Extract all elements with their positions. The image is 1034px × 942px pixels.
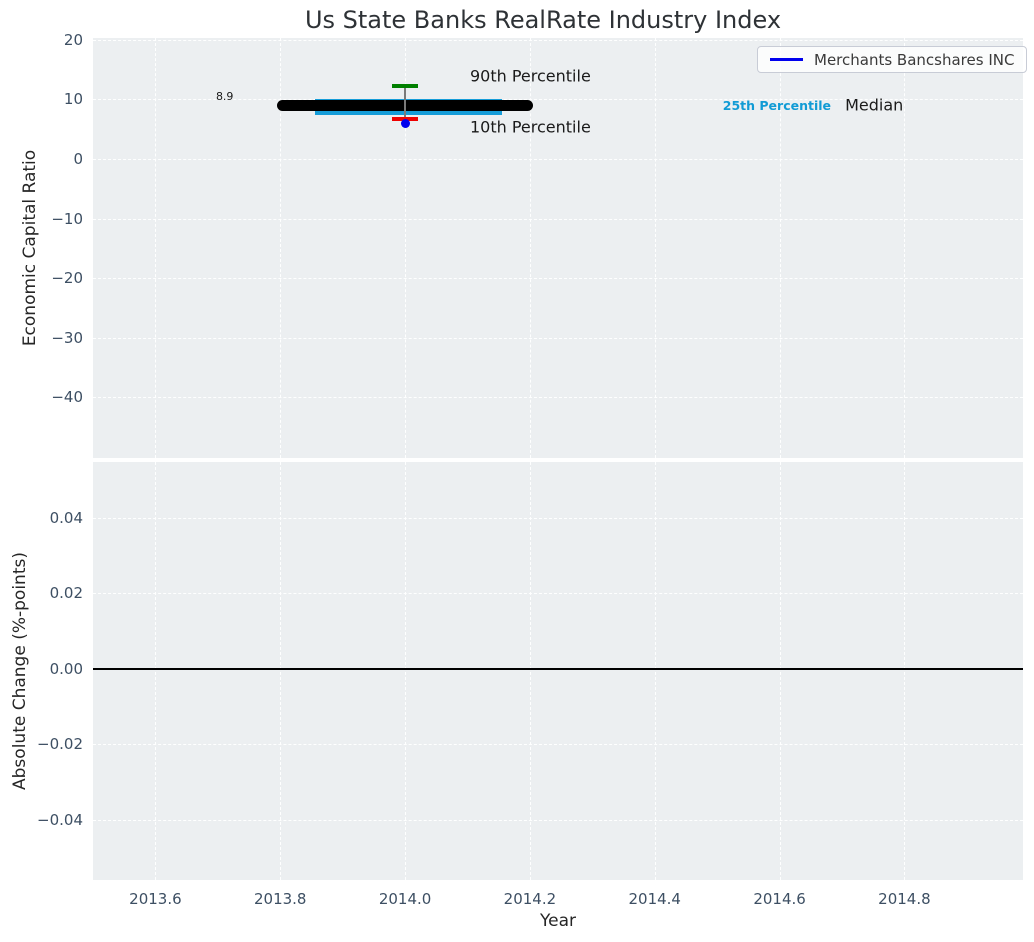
annotation-median-value-label: 8.9 bbox=[215, 89, 234, 103]
chart-title: Us State Banks RealRate Industry Index bbox=[304, 6, 782, 34]
y-tick-label: −40 bbox=[51, 388, 83, 407]
gridline-horizontal bbox=[93, 158, 1023, 160]
x-tick-label: 2013.6 bbox=[129, 890, 182, 908]
gridline-vertical bbox=[280, 462, 282, 880]
gridline-horizontal bbox=[93, 593, 1023, 595]
gridline-vertical bbox=[155, 462, 157, 880]
y-axis-label-top: Economic Capital Ratio bbox=[20, 149, 40, 347]
zero-line bbox=[93, 667, 1023, 670]
x-tick-label: 2013.8 bbox=[253, 890, 307, 908]
y-tick-label: −30 bbox=[51, 328, 83, 347]
legend: Merchants Bancshares INC bbox=[757, 46, 1028, 73]
gridline-vertical bbox=[904, 38, 906, 458]
gridline-vertical bbox=[529, 462, 531, 880]
y-tick-label: 0.00 bbox=[49, 659, 83, 678]
gridline-horizontal bbox=[93, 819, 1023, 821]
y-tick-label: 0 bbox=[73, 149, 83, 168]
x-axis-label: Year bbox=[540, 911, 576, 931]
x-tick-label: 2014.6 bbox=[753, 890, 806, 908]
y-tick-label: −10 bbox=[51, 209, 83, 228]
gridline-vertical bbox=[654, 38, 656, 458]
gridline-vertical bbox=[155, 38, 157, 458]
y-tick-label: −0.02 bbox=[37, 735, 83, 754]
gridline-horizontal bbox=[93, 744, 1023, 746]
y-tick-label: −0.04 bbox=[37, 810, 83, 829]
gridline-vertical bbox=[904, 462, 906, 880]
gridline-horizontal bbox=[93, 278, 1023, 280]
x-tick-label: 2014.8 bbox=[878, 890, 931, 908]
figure: Us State Banks RealRate Industry Index E… bbox=[0, 0, 1034, 942]
gridline-horizontal bbox=[93, 337, 1023, 339]
p90-cap bbox=[392, 84, 419, 89]
y-tick-label: −20 bbox=[51, 269, 83, 288]
gridline-horizontal bbox=[93, 517, 1023, 519]
annotation-p25-label: 25th Percentile bbox=[722, 97, 831, 113]
gridline-vertical bbox=[779, 462, 781, 880]
errorbar-line bbox=[404, 86, 407, 120]
y-tick-label: 0.02 bbox=[49, 584, 83, 603]
gridline-vertical bbox=[654, 462, 656, 880]
bottom-axes bbox=[93, 462, 1023, 880]
company-point bbox=[400, 119, 410, 129]
y-tick-label: 0.04 bbox=[49, 508, 83, 527]
annotation-p90-label: 90th Percentile bbox=[469, 66, 591, 86]
x-tick-label: 2014.0 bbox=[378, 890, 432, 908]
y-tick-label: 20 bbox=[63, 30, 83, 49]
legend-line-icon bbox=[770, 58, 803, 61]
x-tick-label: 2014.2 bbox=[503, 890, 557, 908]
x-tick-label: 2014.4 bbox=[628, 890, 681, 908]
gridline-horizontal bbox=[93, 218, 1023, 220]
gridline-horizontal bbox=[93, 397, 1023, 399]
annotation-p10-label: 10th Percentile bbox=[469, 117, 591, 137]
annotation-median-text-label: Median bbox=[845, 95, 904, 115]
gridline-vertical bbox=[405, 462, 407, 880]
y-tick-label: 10 bbox=[63, 90, 83, 109]
legend-label: Merchants Bancshares INC bbox=[814, 50, 1015, 69]
gridline-horizontal bbox=[93, 39, 1023, 41]
